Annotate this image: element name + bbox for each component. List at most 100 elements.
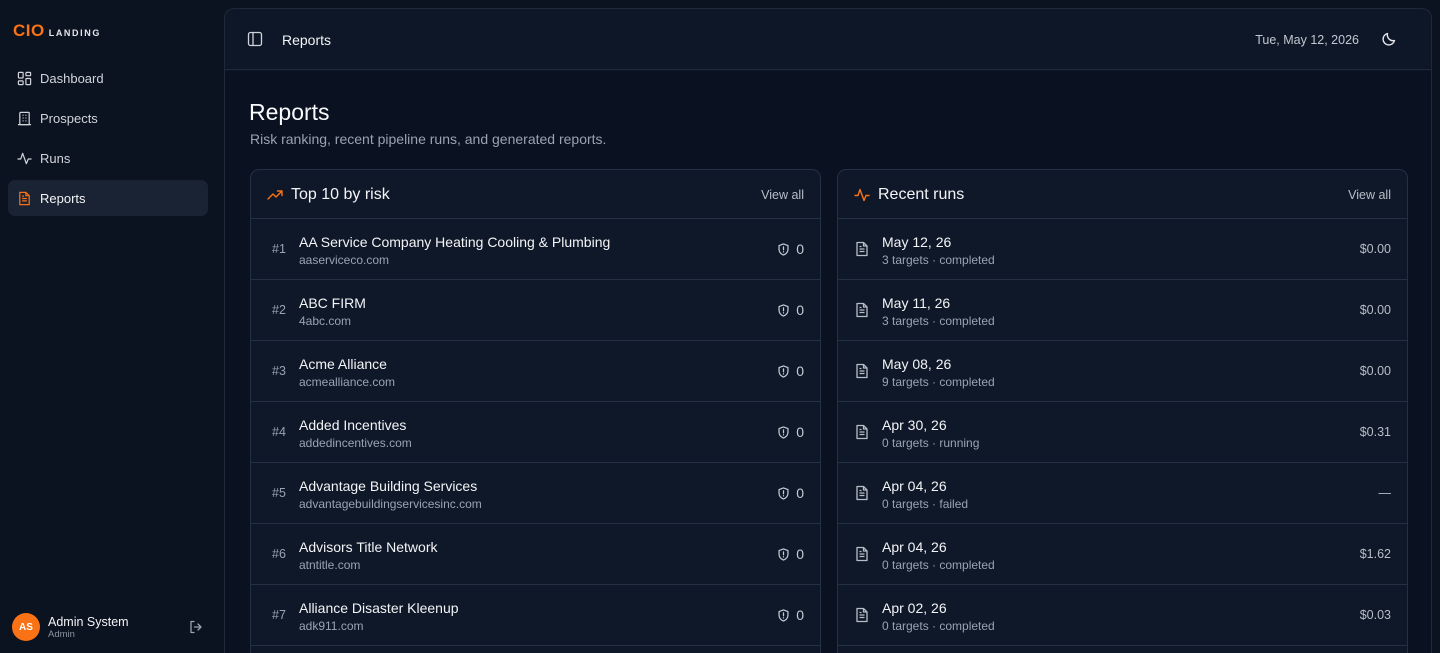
- recent-runs-card: Recent runs View all May 12, 26 3 targets…: [837, 169, 1408, 653]
- run-date: Apr 04, 26: [882, 539, 947, 555]
- rank-label: #7: [272, 608, 286, 622]
- brand-name: CIO: [13, 21, 45, 40]
- sidebar-item-label: Reports: [40, 190, 86, 206]
- company-domain: acmealliance.com: [299, 375, 396, 389]
- top-bar: Reports Tue, May 12, 2026: [225, 9, 1431, 70]
- run-row[interactable]: May 11, 26 3 targets · completed $0.00: [838, 280, 1407, 341]
- building-icon: [17, 111, 32, 125]
- sidebar-item-label: Runs: [40, 150, 71, 166]
- risk-score-value: 0: [796, 363, 804, 379]
- rank-label: #6: [272, 547, 286, 561]
- document-icon: [856, 485, 868, 501]
- sidebar-item-dashboard[interactable]: Dashboard: [8, 60, 208, 96]
- reports-content: Reports Risk ranking, recent pipeline ru…: [225, 71, 1431, 653]
- user-name: Admin System: [48, 614, 129, 629]
- run-date: Apr 30, 26: [882, 417, 947, 433]
- risk-row[interactable]: #7 Alliance Disaster Kleenup adk911.com 0: [251, 585, 820, 646]
- company-domain: aaserviceco.com: [299, 253, 390, 267]
- run-row[interactable]: May 12, 26 3 targets · completed $0.00: [838, 219, 1407, 280]
- user-role: Admin: [48, 628, 75, 640]
- run-details: 3 targets · completed: [882, 253, 995, 267]
- user-profile[interactable]: AS Admin System Admin: [12, 612, 204, 642]
- run-date: May 08, 26: [882, 356, 952, 372]
- top-risk-card: Top 10 by risk View all #1 AA Service Com…: [250, 169, 821, 653]
- sidebar-item-label: Dashboard: [40, 70, 104, 86]
- risk-row[interactable]: #6 Advisors Title Network atntitle.com 0: [251, 524, 820, 585]
- card-header: Recent runs View all: [838, 170, 1407, 219]
- rank-label: #2: [272, 303, 286, 317]
- document-icon: [19, 191, 30, 205]
- shield-alert-icon: [778, 486, 789, 500]
- brand-logo[interactable]: CIO LANDING: [13, 22, 101, 39]
- risk-row[interactable]: #4 Added Incentives addedincentives.com 0: [251, 402, 820, 463]
- run-date: May 12, 26: [882, 234, 952, 250]
- card-title: Recent runs: [878, 186, 965, 203]
- shield-alert-icon: [778, 425, 789, 439]
- document-icon: [856, 424, 868, 440]
- run-details: 0 targets · failed: [882, 497, 969, 511]
- risk-row[interactable]: #2 ABC FIRM 4abc.com 0: [251, 280, 820, 341]
- document-icon: [856, 302, 868, 318]
- risk-list: #1 AA Service Company Heating Cooling & P…: [251, 219, 820, 646]
- current-date: Tue, May 12, 2026: [1255, 33, 1359, 47]
- trending-up-icon: [267, 190, 283, 200]
- rank-label: #4: [272, 425, 286, 439]
- logout-icon[interactable]: [188, 619, 204, 635]
- activity-icon: [854, 188, 870, 202]
- rank-label: #5: [272, 486, 286, 500]
- company-name: Acme Alliance: [299, 356, 387, 372]
- run-date: Apr 02, 26: [882, 600, 947, 616]
- risk-row[interactable]: #3 Acme Alliance acmealliance.com 0: [251, 341, 820, 402]
- run-row[interactable]: Apr 04, 26 0 targets · failed —: [838, 463, 1407, 524]
- sidebar-item-prospects[interactable]: Prospects: [8, 100, 208, 136]
- dashboard-grid-icon: [17, 71, 32, 85]
- risk-score: 0: [777, 607, 804, 623]
- view-all-risk-link[interactable]: View all: [761, 188, 804, 202]
- shield-alert-icon: [778, 364, 789, 378]
- company-domain: adk911.com: [299, 619, 364, 633]
- run-cost: $0.00: [1359, 364, 1391, 378]
- risk-score-value: 0: [796, 607, 804, 623]
- shield-alert-icon: [778, 303, 789, 317]
- company-name: ABC FIRM: [299, 295, 366, 311]
- run-row[interactable]: Apr 30, 26 0 targets · running $0.31: [838, 402, 1407, 463]
- card-title: Top 10 by risk: [291, 186, 390, 203]
- shield-alert-icon: [778, 242, 789, 256]
- run-row[interactable]: May 08, 26 9 targets · completed $0.00: [838, 341, 1407, 402]
- sidebar-nav: Dashboard Prospects Runs Reports: [8, 60, 208, 220]
- company-domain: addedincentives.com: [299, 436, 412, 450]
- main-panel: Reports Tue, May 12, 2026 Reports Risk r…: [224, 8, 1432, 653]
- risk-score-value: 0: [796, 546, 804, 562]
- card-header: Top 10 by risk View all: [251, 170, 820, 219]
- run-cost: $1.62: [1359, 547, 1391, 561]
- sidebar-item-reports[interactable]: Reports: [8, 180, 208, 216]
- run-details: 0 targets · completed: [882, 558, 995, 572]
- company-name: Advantage Building Services: [299, 478, 478, 494]
- page-title: Reports: [249, 99, 330, 125]
- view-all-runs-link[interactable]: View all: [1348, 188, 1391, 202]
- document-icon: [856, 607, 868, 623]
- risk-score: 0: [777, 241, 804, 257]
- run-cost: —: [1378, 486, 1392, 500]
- sidebar-item-runs[interactable]: Runs: [8, 140, 208, 176]
- sidebar-toggle-icon[interactable]: [247, 31, 263, 47]
- risk-row[interactable]: #5 Advantage Building Services advantagebu…: [251, 463, 820, 524]
- run-date: Apr 04, 26: [882, 478, 947, 494]
- run-row[interactable]: Apr 02, 26 0 targets · completed $0.03: [838, 585, 1407, 646]
- shield-alert-icon: [778, 608, 789, 622]
- run-cost: $0.03: [1359, 608, 1391, 622]
- run-details: 0 targets · running: [882, 436, 980, 450]
- run-row[interactable]: Apr 04, 26 0 targets · completed $1.62: [838, 524, 1407, 585]
- run-date: May 11, 26: [882, 295, 951, 311]
- rank-label: #3: [272, 364, 286, 378]
- risk-score: 0: [777, 546, 804, 562]
- run-details: 0 targets · completed: [882, 619, 995, 633]
- moon-icon[interactable]: [1381, 31, 1397, 47]
- risk-score: 0: [777, 363, 804, 379]
- page-subtitle: Risk ranking, recent pipeline runs, and …: [250, 131, 607, 147]
- company-domain: 4abc.com: [299, 314, 352, 328]
- risk-score-value: 0: [796, 302, 804, 318]
- run-details: 9 targets · completed: [882, 375, 995, 389]
- risk-row[interactable]: #1 AA Service Company Heating Cooling & P…: [251, 219, 820, 280]
- document-icon: [856, 363, 868, 379]
